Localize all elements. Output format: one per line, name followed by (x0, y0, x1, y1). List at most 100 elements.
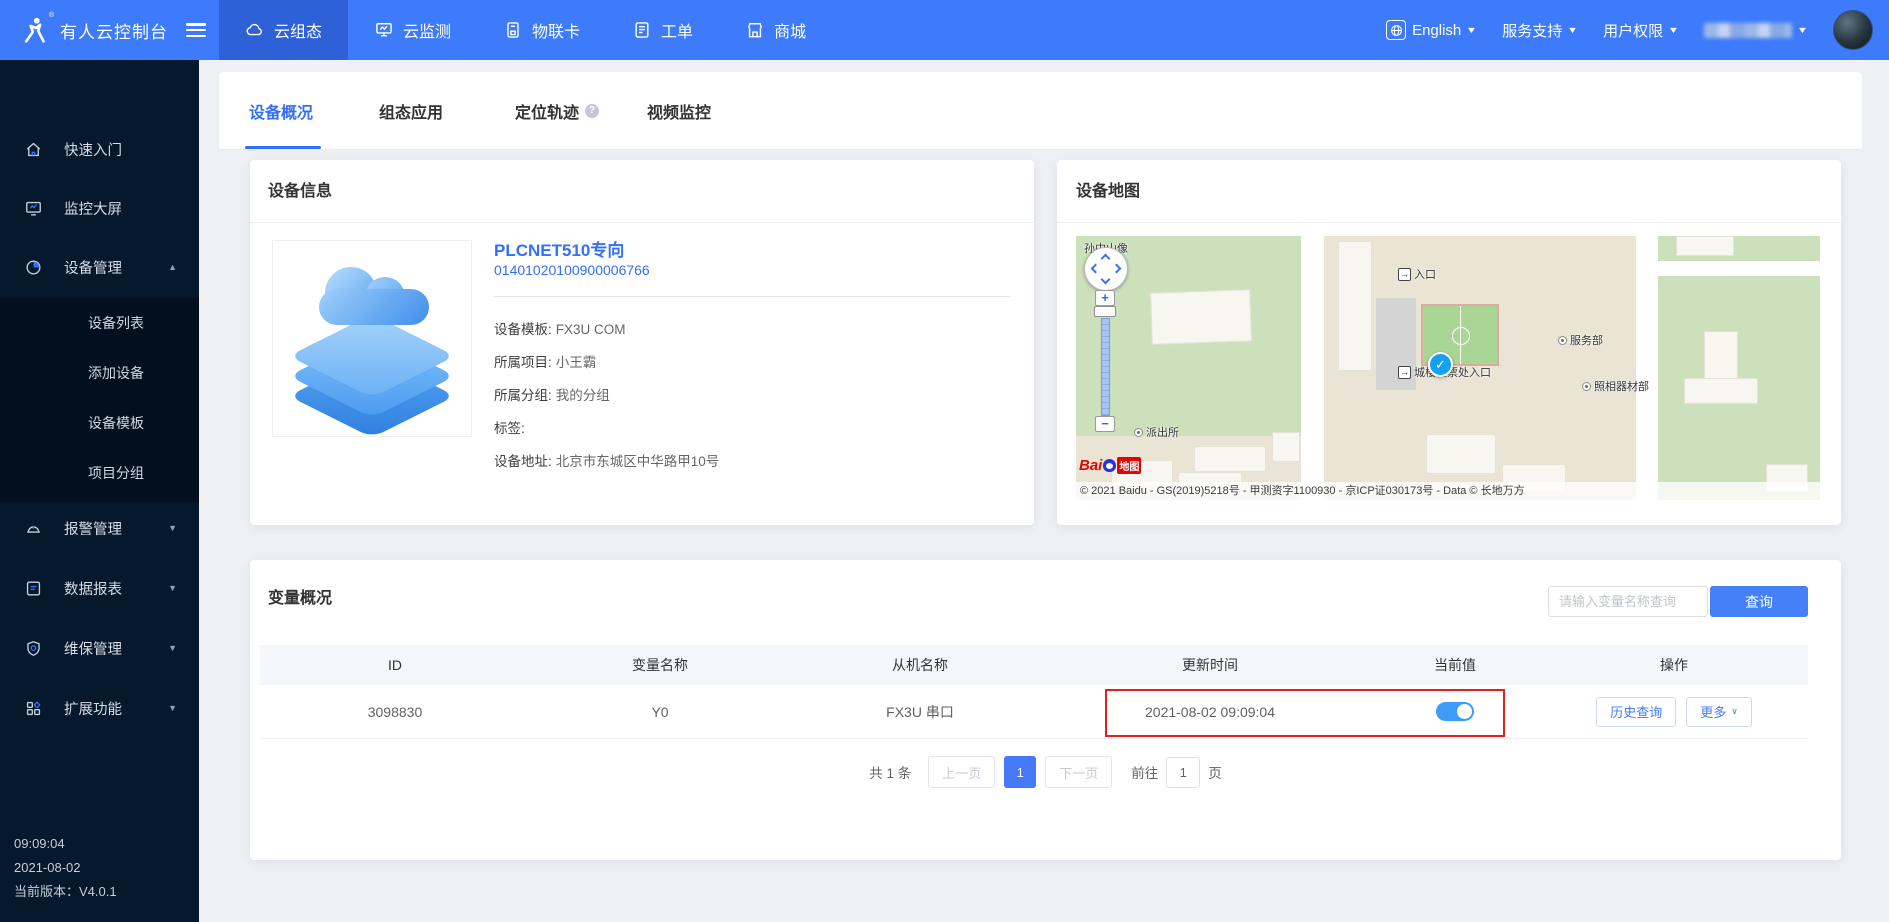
topnav-item-iot-card[interactable]: 物联卡 (477, 0, 606, 60)
sidebar-item-extensions[interactable]: 扩展功能 ▼ (0, 684, 199, 732)
sidebar-submenu-device-management: 设备列表 添加设备 设备模板 项目分组 (0, 298, 199, 502)
topnav-item-label: 工单 (661, 18, 693, 42)
map-building (1194, 446, 1266, 472)
more-button[interactable]: 更多∨ (1686, 697, 1752, 727)
device-map-card: 设备地图 (1057, 160, 1841, 525)
language-label: English (1412, 22, 1461, 39)
sidebar-item-monitor-screen[interactable]: 监控大屏 (0, 184, 199, 232)
topnav-item-work-order[interactable]: 工单 (606, 0, 719, 60)
hamburger-menu-icon[interactable] (186, 23, 206, 37)
account-dropdown[interactable]: ▼ (1704, 23, 1807, 38)
map-road (1636, 236, 1658, 500)
map-attribution: © 2021 Baidu - GS(2019)5218号 - 甲测资字11009… (1076, 482, 1820, 500)
zoom-slider-knob[interactable] (1094, 306, 1116, 317)
tab-location-track[interactable]: 定位轨迹 ? (515, 72, 599, 149)
sidebar-item-label: 设备管理 (64, 257, 122, 278)
map-pan-control[interactable] (1084, 247, 1128, 291)
work-order-icon (632, 20, 652, 40)
sidebar-subitem-add-device[interactable]: 添加设备 (0, 348, 199, 398)
device-location-marker[interactable]: ✓ (1428, 352, 1453, 377)
help-icon[interactable]: ? (585, 104, 599, 118)
sidebar-item-label: 快速入门 (64, 139, 122, 160)
sidebar-item-device-management[interactable]: 设备管理 ▲ (0, 243, 199, 291)
device-info-card: 设备信息 PLCNET510专向 01401020100900006766 设备… (250, 160, 1034, 525)
device-id-link[interactable]: 01401020100900006766 (494, 262, 650, 278)
cell-updated-time: 2021-08-02 09:09:04 (1050, 704, 1370, 720)
pan-left-icon[interactable] (1091, 264, 1101, 274)
chevron-down-icon: ∨ (1731, 706, 1738, 717)
zoom-out-button[interactable]: − (1095, 416, 1115, 432)
map-label-camera-shop: 照相器材部 (1582, 378, 1649, 394)
zoom-slider-track[interactable] (1101, 318, 1110, 416)
device-field-template: 设备模板:FX3U COM (494, 318, 626, 338)
next-page-button[interactable]: 下一页 (1045, 756, 1112, 788)
monitor-pulse-icon (374, 20, 394, 40)
sidebar-item-label: 监控大屏 (64, 198, 122, 219)
variable-search-input[interactable] (1548, 586, 1708, 617)
device-name-link[interactable]: PLCNET510专向 (494, 236, 624, 261)
field-label: 标签: (494, 421, 525, 436)
chevron-up-icon: ▲ (168, 262, 177, 272)
divider (494, 296, 1010, 297)
chevron-down-icon: ▼ (168, 523, 177, 533)
storefront-icon (745, 20, 765, 40)
sidebar-item-data-report[interactable]: 数据报表 ▼ (0, 564, 199, 612)
brand-title: 有人云控制台 (60, 18, 168, 43)
system-time: 09:09:04 (14, 832, 117, 856)
sidebar-item-quick-start[interactable]: 快速入门 (0, 125, 199, 173)
screen: ® 有人云控制台 云组态 云监测 物联卡 工单 (0, 0, 1889, 922)
system-date: 2021-08-02 (14, 856, 117, 880)
table-header-row: ID 变量名称 从机名称 更新时间 当前值 操作 (260, 645, 1808, 685)
tab-label: 定位轨迹 (515, 99, 579, 123)
field-value: 小王霸 (556, 355, 597, 370)
chevron-down-icon: ▼ (168, 643, 177, 653)
device-map-title: 设备地图 (1076, 177, 1140, 201)
history-query-button[interactable]: 历史查询 (1596, 697, 1676, 727)
permission-dropdown[interactable]: 用户权限 ▼ (1603, 20, 1678, 41)
sidebar-subitem-project-group[interactable]: 项目分组 (0, 448, 199, 498)
language-dropdown[interactable]: English ▼ (1386, 20, 1476, 40)
prev-page-button[interactable]: 上一页 (928, 756, 995, 788)
grid-apps-icon (24, 699, 44, 718)
field-value: 我的分组 (556, 388, 610, 403)
topnav-item-cloud-monitor[interactable]: 云监测 (348, 0, 477, 60)
pie-chart-icon (24, 258, 44, 277)
tab-video-monitor[interactable]: 视频监控 (647, 72, 711, 149)
variables-table: ID 变量名称 从机名称 更新时间 当前值 操作 3098830 Y0 FX3U… (260, 645, 1808, 739)
sidebar-item-alarm-management[interactable]: 报警管理 ▼ (0, 504, 199, 552)
pan-down-icon[interactable] (1101, 275, 1111, 285)
report-icon (24, 579, 44, 598)
divider (250, 222, 1034, 223)
zoom-in-button[interactable]: + (1095, 290, 1115, 306)
sidebar-subitem-device-list[interactable]: 设备列表 (0, 298, 199, 348)
sidebar-subitem-device-template[interactable]: 设备模板 (0, 398, 199, 448)
pan-right-icon[interactable] (1112, 264, 1122, 274)
baidu-map[interactable]: 孙中山像 →入口 →城楼检票处入口 ✓ 服务部 照相器材部 派出所 + − (1076, 236, 1820, 500)
search-button[interactable]: 查询 (1710, 586, 1808, 617)
usr-person-logo-icon: ® (20, 15, 50, 45)
alarm-icon (24, 519, 44, 538)
pan-up-icon[interactable] (1101, 254, 1111, 264)
tab-scada-app[interactable]: 组态应用 (379, 72, 443, 149)
goto-page-input[interactable] (1166, 757, 1200, 788)
entrance-icon: → (1398, 268, 1411, 281)
sidebar-item-maintenance[interactable]: 维保管理 ▼ (0, 624, 199, 672)
chevron-down-icon: ▼ (1567, 25, 1578, 35)
brand[interactable]: ® 有人云控制台 (20, 0, 206, 60)
topnav-item-mall[interactable]: 商城 (719, 0, 832, 60)
avatar[interactable] (1833, 10, 1873, 50)
device-info-title: 设备信息 (268, 177, 332, 201)
main-content: 设备概况 组态应用 定位轨迹 ? 视频监控 设备信息 PLCNET510专向 0 (199, 60, 1889, 922)
topnav-item-cloud-scada[interactable]: 云组态 (219, 0, 348, 60)
sidebar-item-label: 维保管理 (64, 638, 122, 659)
goto-page-group: 前往 页 (1131, 757, 1222, 788)
page-number-1[interactable]: 1 (1004, 756, 1036, 788)
value-toggle-on[interactable] (1436, 702, 1474, 721)
support-label: 服务支持 (1502, 20, 1562, 41)
field-label: 所属项目: (494, 355, 552, 370)
support-dropdown[interactable]: 服务支持 ▼ (1502, 20, 1577, 41)
map-label-service: 服务部 (1558, 332, 1603, 348)
tab-device-overview[interactable]: 设备概况 (249, 72, 313, 149)
map-building (1338, 241, 1372, 371)
entrance-icon: → (1398, 366, 1411, 379)
